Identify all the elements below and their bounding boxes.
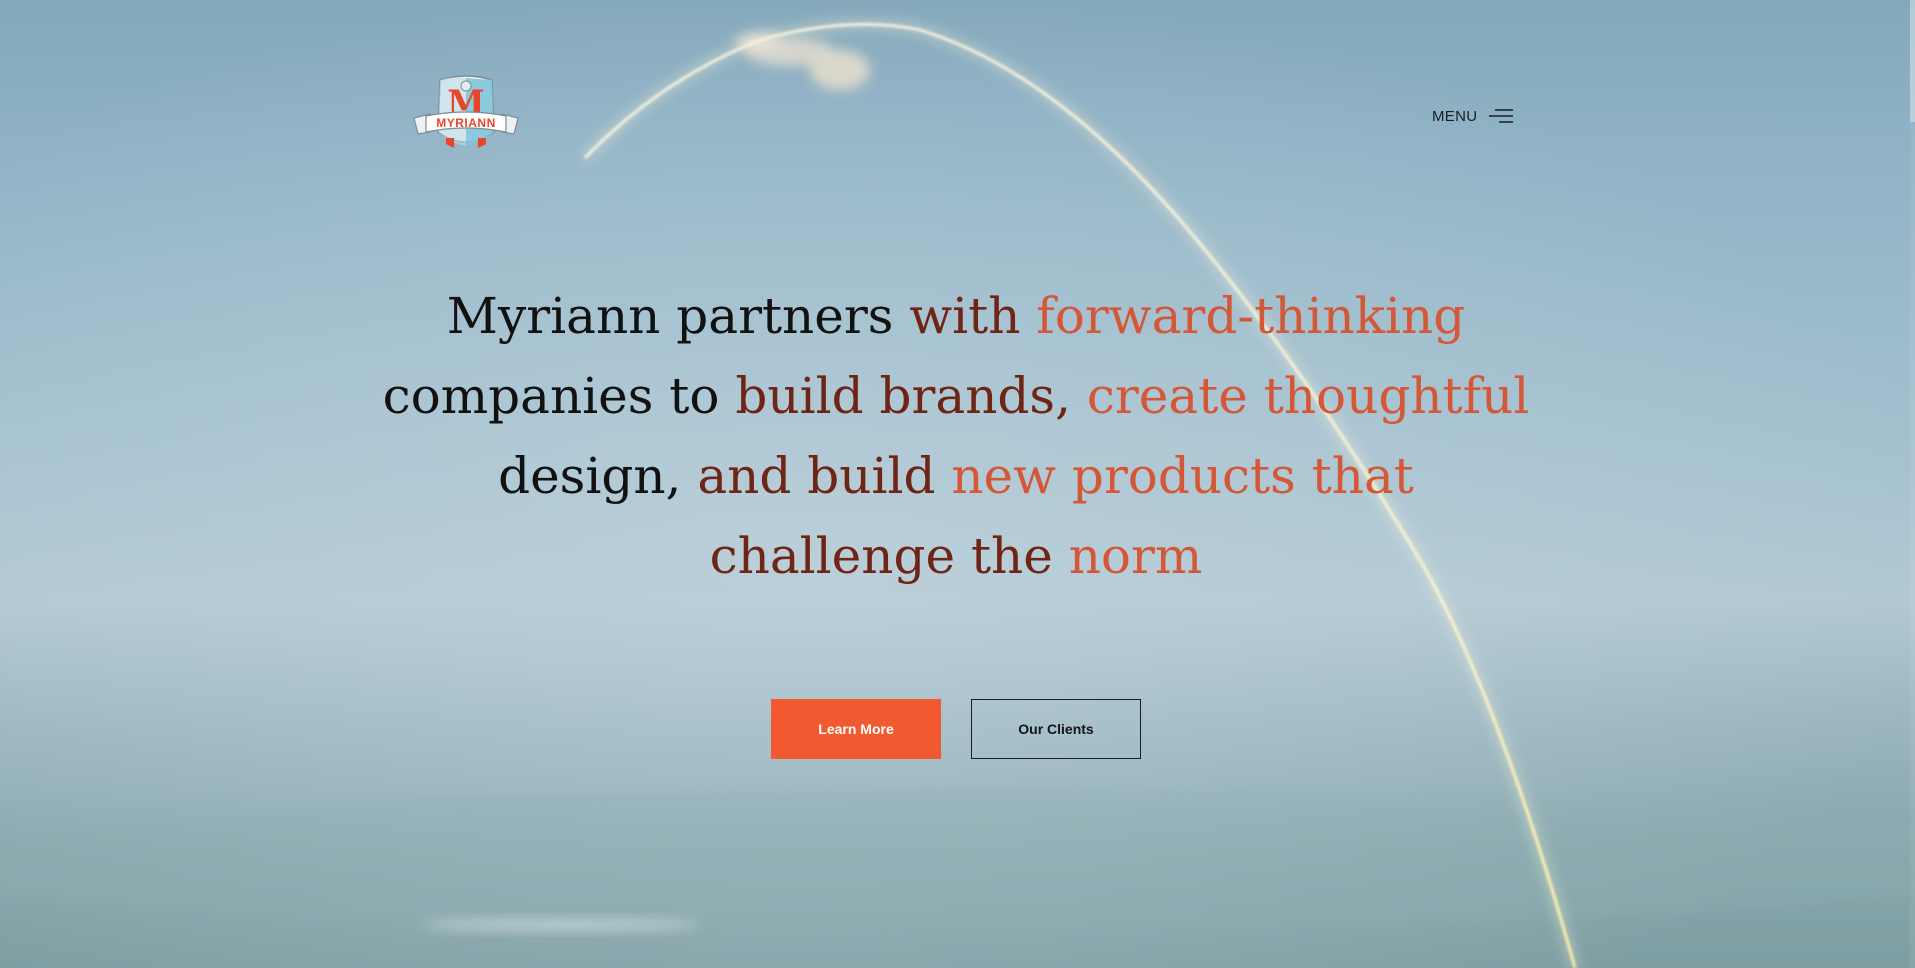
logo[interactable]: M MYRIANN	[410, 72, 522, 156]
scrollbar-thumb[interactable]	[1910, 0, 1915, 122]
headline-word: partners	[676, 287, 910, 345]
hamburger-icon	[1489, 109, 1514, 123]
headline-word: build	[735, 367, 880, 425]
headline-word: design,	[498, 447, 698, 505]
headline-word: create	[1086, 367, 1264, 425]
headline-word: products	[1071, 447, 1312, 505]
cta-group: Learn More Our Clients	[771, 699, 1141, 759]
menu-label: MENU	[1432, 107, 1478, 125]
headline-word: that	[1311, 447, 1414, 505]
menu-button[interactable]: MENU	[1432, 104, 1514, 128]
headline-word: and	[697, 447, 808, 505]
headline-word: build	[807, 447, 952, 505]
headline-word: brands,	[879, 367, 1087, 425]
headline-word: to	[669, 367, 736, 425]
headline-word: companies	[382, 367, 670, 425]
scrollbar[interactable]	[1910, 0, 1915, 968]
our-clients-button[interactable]: Our Clients	[971, 699, 1141, 759]
headline-word: norm	[1068, 527, 1203, 585]
low-cloud	[420, 919, 700, 931]
headline-word: forward-thinking	[1036, 287, 1466, 345]
headline-word: Myriann	[446, 287, 677, 345]
headline-word: new	[951, 447, 1072, 505]
haze-band	[0, 790, 1915, 930]
headline-line-2: companies to build brands, create though…	[383, 367, 1530, 425]
headline-word: thoughtful	[1263, 367, 1530, 425]
myriann-crest-logo: M MYRIANN	[413, 75, 519, 148]
headline-word: with	[909, 287, 1037, 345]
headline-line-1: Myriann partners with forward-thinking	[447, 287, 1465, 345]
headline-word: the	[970, 527, 1069, 585]
headline-line-3: design, and build new products that	[498, 447, 1414, 505]
hero-headline: Myriann partners with forward-thinking c…	[380, 276, 1532, 596]
headline-word: challenge	[709, 527, 971, 585]
headline-line-4: challenge the norm	[710, 527, 1203, 585]
learn-more-button[interactable]: Learn More	[771, 699, 941, 759]
logo-wordmark: MYRIANN	[436, 116, 496, 130]
